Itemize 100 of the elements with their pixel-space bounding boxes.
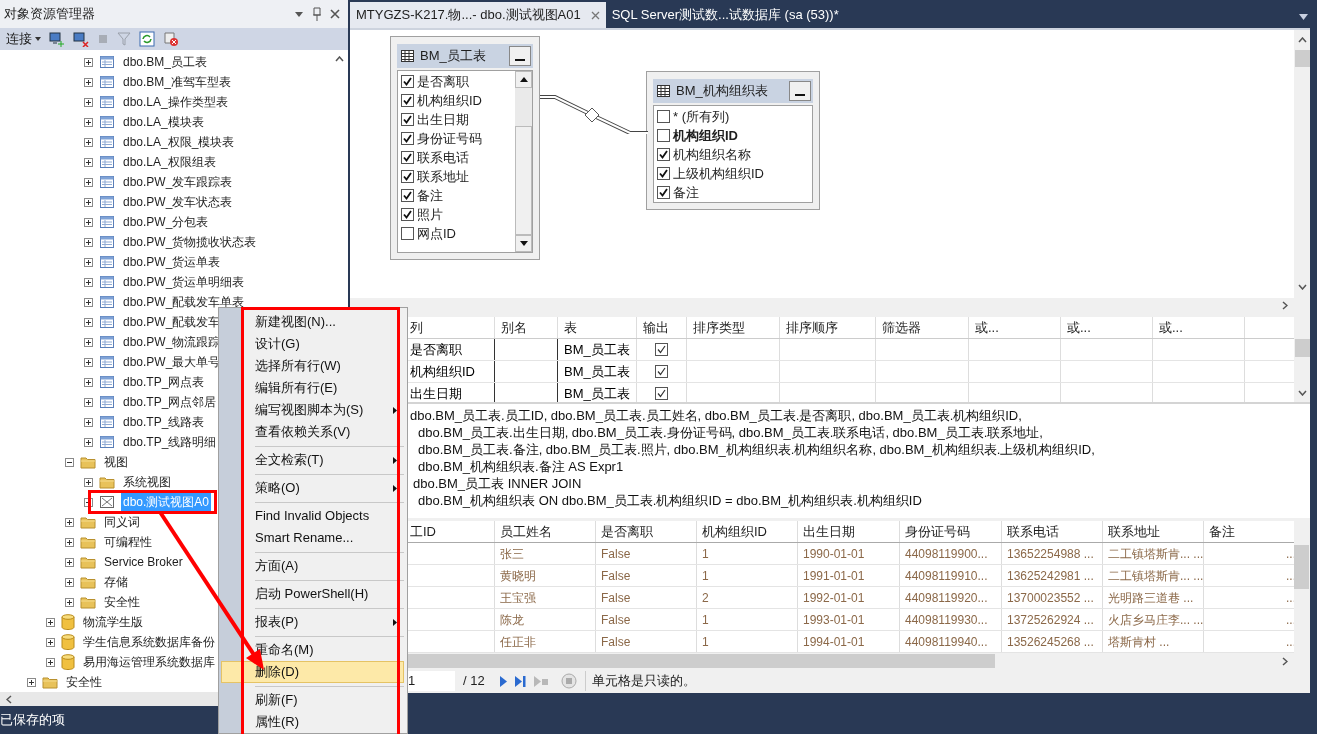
tree-item[interactable]: 安全性 bbox=[104, 593, 140, 611]
table-cell[interactable]: 1 bbox=[697, 565, 798, 586]
table-cell[interactable]: False bbox=[596, 543, 697, 564]
table-cell[interactable]: 任正非 bbox=[495, 631, 596, 652]
table-cell[interactable]: False bbox=[596, 631, 697, 652]
tree-item[interactable]: 易用海运管理系统数据库 bbox=[83, 653, 215, 671]
checkbox[interactable] bbox=[401, 132, 414, 145]
dropdown-icon[interactable] bbox=[294, 9, 304, 19]
expand-icon[interactable] bbox=[84, 377, 93, 387]
scroll-right-icon[interactable] bbox=[1282, 301, 1288, 310]
menu-item[interactable]: 属性(R) bbox=[221, 711, 404, 733]
checkbox[interactable] bbox=[655, 365, 668, 378]
table-cell[interactable]: 1990-01-01 bbox=[798, 543, 900, 564]
checkbox[interactable] bbox=[657, 167, 670, 180]
checkbox[interactable] bbox=[657, 129, 670, 142]
checkbox[interactable] bbox=[655, 343, 668, 356]
horizontal-scrollbar[interactable] bbox=[350, 298, 1310, 313]
table-card[interactable]: BM_员工表 是否离职 机构组织ID 出生日期 身份证号码 联系电话 联系地址 备注 照片 网点ID bbox=[390, 36, 540, 260]
tree-item[interactable]: dbo.PW_发车状态表 bbox=[123, 193, 233, 211]
table-cell[interactable]: 陈龙 bbox=[495, 609, 596, 630]
expand-icon[interactable] bbox=[84, 137, 93, 147]
checkbox[interactable] bbox=[657, 148, 670, 161]
computer-icon[interactable] bbox=[49, 31, 65, 47]
checkbox[interactable] bbox=[655, 387, 668, 400]
menu-item[interactable]: 启动 PowerShell(H) bbox=[221, 583, 404, 605]
tree-item[interactable]: 学生信息系统数据库备份 bbox=[83, 633, 215, 651]
tree-item[interactable]: Service Broker bbox=[104, 553, 183, 571]
expand-icon[interactable] bbox=[84, 157, 93, 167]
expand-icon[interactable] bbox=[46, 637, 55, 647]
table-cell[interactable]: 1 bbox=[697, 543, 798, 564]
tree-item[interactable]: 物流学生版 bbox=[83, 613, 143, 631]
expand-icon[interactable] bbox=[65, 517, 74, 527]
table-cell[interactable]: 二工镇塔斯肯... ... bbox=[1103, 565, 1204, 586]
expand-icon[interactable] bbox=[84, 97, 93, 107]
column-header[interactable]: 机构组织ID bbox=[697, 521, 798, 542]
tree-item[interactable]: dbo.BM_准驾车型表 bbox=[123, 73, 232, 91]
close-icon[interactable] bbox=[590, 10, 600, 20]
expand-icon[interactable] bbox=[84, 117, 93, 127]
expand-icon[interactable] bbox=[84, 337, 93, 347]
table-cell[interactable]: 光明路三道巷 ... bbox=[1103, 587, 1204, 608]
connect-button[interactable]: 连接 bbox=[6, 29, 41, 49]
tree-item[interactable]: 可编程性 bbox=[104, 533, 152, 551]
table-cell[interactable]: 1 bbox=[697, 631, 798, 652]
table-cell[interactable]: 13700023552 ... bbox=[1002, 587, 1103, 608]
expand-icon[interactable] bbox=[84, 357, 93, 367]
minimize-button[interactable] bbox=[789, 81, 811, 101]
tree-item[interactable]: dbo.BM_员工表 bbox=[123, 53, 208, 71]
expand-icon[interactable] bbox=[46, 617, 55, 627]
expand-icon[interactable] bbox=[65, 577, 74, 587]
table-cell[interactable]: 13625242981 ... bbox=[1002, 565, 1103, 586]
scrollbar-thumb[interactable] bbox=[1294, 339, 1310, 357]
document-tab[interactable]: MTYGZS-K217.物...- dbo.测试视图A01 bbox=[350, 2, 606, 28]
expand-icon[interactable] bbox=[84, 57, 93, 67]
column-header[interactable]: 或... bbox=[969, 317, 1061, 338]
tree-item[interactable]: dbo.PW_配载发车 bbox=[123, 313, 221, 331]
checkbox[interactable] bbox=[401, 75, 414, 88]
tree-item[interactable]: 存储 bbox=[104, 573, 128, 591]
tree-item[interactable]: 同义词 bbox=[104, 513, 140, 531]
close-icon[interactable] bbox=[330, 9, 340, 19]
checkbox[interactable] bbox=[657, 186, 670, 199]
scrollbar-thumb[interactable] bbox=[1294, 50, 1310, 67]
column-header[interactable]: 排序类型 bbox=[687, 317, 780, 338]
table-cell[interactable]: 13526245268 ... bbox=[1002, 631, 1103, 652]
expand-icon[interactable] bbox=[84, 277, 93, 287]
table-cell[interactable]: 44098119910... bbox=[900, 565, 1002, 586]
column-header[interactable]: 或... bbox=[1153, 317, 1245, 338]
table-cell[interactable]: 13652254988 ... bbox=[1002, 543, 1103, 564]
tree-item[interactable]: dbo.TP_线路表 bbox=[123, 413, 205, 431]
menu-item[interactable]: 全文检索(T) bbox=[221, 449, 404, 471]
checkbox[interactable] bbox=[401, 151, 414, 164]
last-icon[interactable] bbox=[514, 675, 526, 687]
table-cell[interactable]: 塔斯肯村 ... bbox=[1103, 631, 1204, 652]
document-tab[interactable]: SQL Server测试数...试数据库 (sa (53))* bbox=[605, 2, 845, 28]
dropdown-icon[interactable] bbox=[1299, 14, 1308, 20]
tree-item[interactable]: dbo.PW_货物揽收状态表 bbox=[123, 233, 257, 251]
minimize-button[interactable] bbox=[509, 46, 531, 66]
table-cell[interactable]: 1993-01-01 bbox=[798, 609, 900, 630]
column-header[interactable]: 输出 bbox=[637, 317, 687, 338]
vertical-scrollbar[interactable] bbox=[1294, 317, 1310, 402]
table-cell[interactable]: 2 bbox=[697, 587, 798, 608]
expand-icon[interactable] bbox=[84, 197, 93, 207]
table-card[interactable]: BM_机构组织表 * (所有列) 机构组织ID 机构组织名称 上级机构组织ID 备注 bbox=[646, 71, 820, 210]
column-header[interactable]: 筛选器 bbox=[876, 317, 969, 338]
scroll-right-icon[interactable] bbox=[1282, 656, 1288, 666]
scroll-up-icon[interactable] bbox=[1297, 37, 1307, 43]
table-cell[interactable]: 44098119920... bbox=[900, 587, 1002, 608]
expand-icon[interactable] bbox=[84, 257, 93, 267]
expand-icon[interactable] bbox=[84, 237, 93, 247]
scroll-up-icon[interactable] bbox=[519, 77, 528, 82]
tree-item[interactable]: dbo.TP_网点邻居 bbox=[123, 393, 217, 411]
tree-item[interactable]: dbo.LA_权限_模块表 bbox=[123, 133, 235, 151]
table-cell[interactable]: 44098119940... bbox=[900, 631, 1002, 652]
expand-icon[interactable] bbox=[84, 297, 93, 307]
expand-icon[interactable] bbox=[65, 557, 74, 567]
tree-item[interactable]: dbo.LA_模块表 bbox=[123, 113, 204, 131]
menu-item[interactable]: 编写视图脚本为(S) bbox=[221, 399, 404, 421]
next-icon[interactable] bbox=[498, 675, 507, 687]
expand-icon[interactable] bbox=[46, 657, 55, 667]
table-cell[interactable]: False bbox=[596, 609, 697, 630]
table-cell[interactable]: 1992-01-01 bbox=[798, 587, 900, 608]
